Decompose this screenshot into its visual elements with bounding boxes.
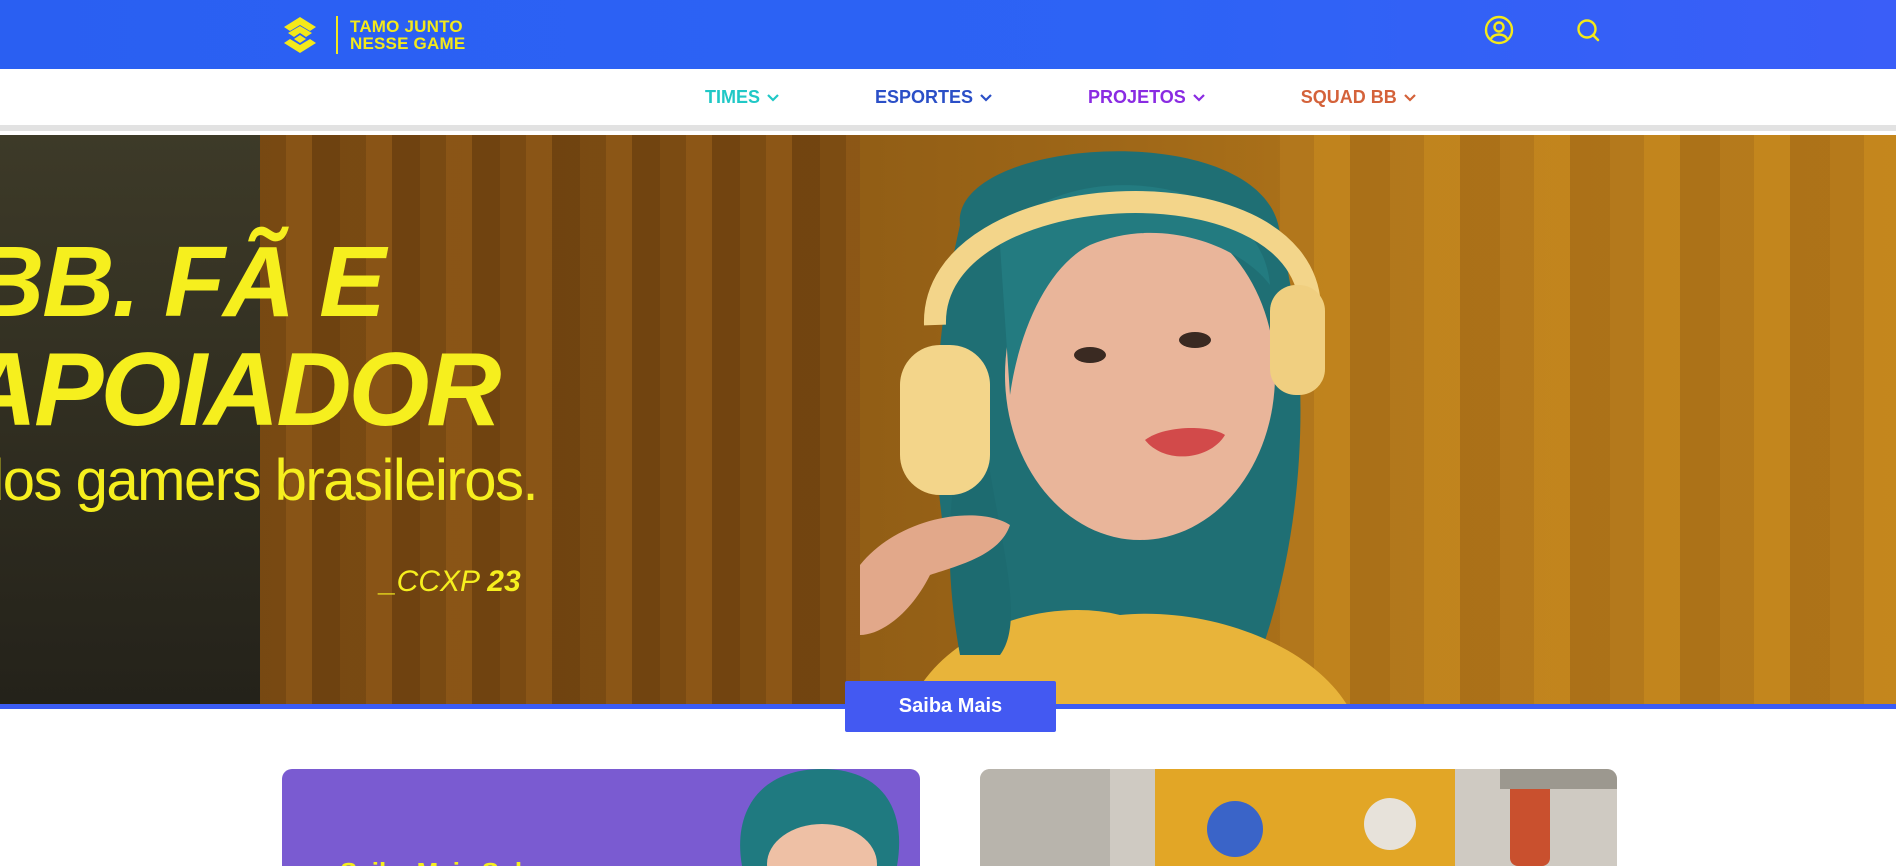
top-header: TAMO JUNTO NESSE GAME — [0, 0, 1896, 69]
brand-logo[interactable]: TAMO JUNTO NESSE GAME — [280, 14, 465, 56]
nav-item-label: SQUAD BB — [1300, 87, 1397, 107]
main-nav: TIMES ESPORTES PROJETOS SQUAD BB — [0, 69, 1896, 131]
hero-banner[interactable]: BB. FÃ E APOIADOR dos gamers brasileiros… — [0, 135, 1896, 704]
bb-logo-icon — [284, 17, 316, 53]
card-scene-image — [980, 769, 1617, 866]
hero-tag-prefix: _CCXP — [380, 565, 479, 598]
card-person-image — [740, 769, 900, 866]
nav-item-times[interactable]: TIMES — [705, 87, 779, 108]
hero-headline: BB. FÃ E APOIADOR dos gamers brasileiros… — [0, 226, 539, 514]
nav-item-projetos[interactable]: PROJETOS — [1088, 87, 1205, 108]
search-icon — [1577, 19, 1600, 42]
nav-item-esportes[interactable]: ESPORTES — [875, 87, 992, 108]
user-account-button[interactable] — [1483, 14, 1515, 46]
nav-item-squad-bb[interactable]: SQUAD BB — [1301, 87, 1416, 108]
nav-item-label: ESPORTES — [875, 87, 974, 107]
hero-person-image — [860, 151, 1347, 704]
hero-event-tag: _CCXP 23 — [380, 565, 521, 599]
hero-line-1: BB. FÃ E — [0, 226, 386, 338]
promo-card-left[interactable]: Saiba Mais Sobre — [282, 769, 920, 866]
chevron-down-icon — [1403, 93, 1416, 102]
hero-tag-number: 23 — [487, 565, 521, 598]
hero-line-2: APOIADOR — [0, 332, 501, 448]
nav-item-label: PROJETOS — [1088, 87, 1186, 107]
user-icon — [1484, 15, 1514, 45]
chevron-down-icon — [1192, 93, 1205, 102]
nav-menu: TIMES ESPORTES PROJETOS SQUAD BB — [705, 87, 1416, 108]
saiba-mais-button[interactable]: Saiba Mais — [845, 681, 1056, 732]
logo-line-2: NESSE GAME — [350, 34, 466, 53]
hero-line-3: dos gamers brasileiros. — [0, 448, 539, 513]
logo-divider — [336, 16, 338, 54]
chevron-down-icon — [767, 93, 779, 102]
promo-card-right[interactable] — [980, 769, 1617, 866]
search-button[interactable] — [1572, 14, 1604, 46]
logo-line-1: TAMO JUNTO — [350, 17, 463, 36]
chevron-down-icon — [980, 93, 992, 102]
nav-item-label: TIMES — [705, 87, 761, 107]
card-title: Saiba Mais Sobre — [340, 857, 555, 866]
logo-text: TAMO JUNTO NESSE GAME — [350, 18, 465, 52]
